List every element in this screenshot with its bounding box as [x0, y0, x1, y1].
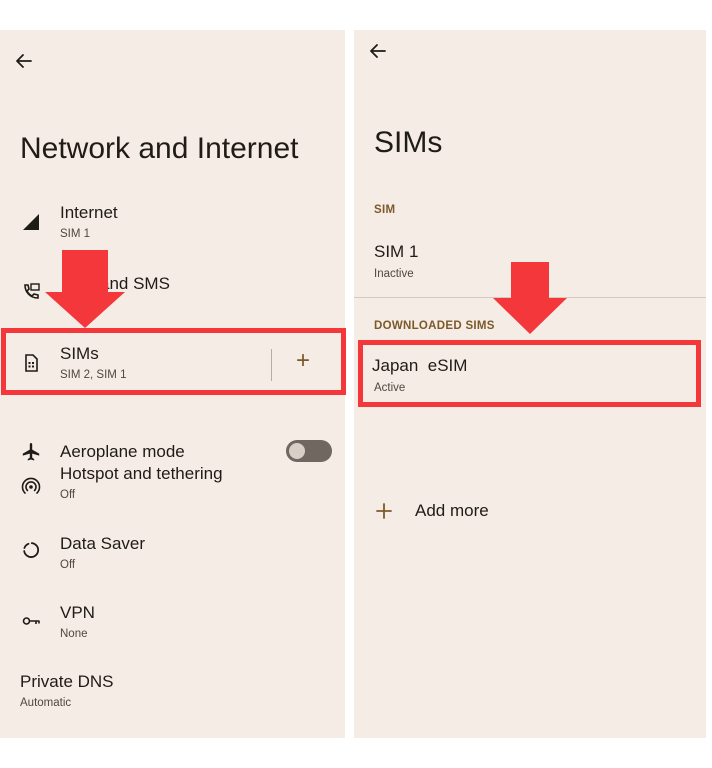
sim1-sub: Inactive: [374, 268, 414, 280]
internet-item[interactable]: Internet SIM 1: [0, 198, 345, 254]
hotspot-sub: Off: [60, 489, 76, 501]
down-arrow-annotation: [493, 262, 567, 334]
esim-highlight-box: [358, 340, 701, 407]
vpn-label: VPN: [60, 603, 95, 622]
private-dns-sub: Automatic: [20, 697, 72, 709]
page-title: SIMs: [374, 126, 443, 159]
signal-icon: [23, 214, 39, 230]
private-dns-label: Private DNS: [20, 672, 114, 691]
back-arrow-icon[interactable]: [12, 49, 36, 73]
add-more-label: Add more: [415, 501, 489, 520]
back-arrow-icon[interactable]: [366, 39, 390, 63]
data-saver-item[interactable]: Data Saver Off: [0, 530, 345, 586]
aeroplane-label: Aeroplane mode: [60, 442, 185, 461]
data-saver-label: Data Saver: [60, 534, 146, 553]
private-dns-item[interactable]: Private DNS Automatic: [0, 670, 345, 726]
hotspot-icon: [21, 477, 41, 494]
page-title: Network and Internet: [20, 132, 299, 165]
hotspot-label: Hotspot and tethering: [60, 464, 223, 483]
vpn-item[interactable]: VPN None: [0, 600, 345, 656]
sim-section-header: SIM: [374, 204, 396, 216]
downloaded-sims-header: DOWNLOADED SIMS: [374, 320, 495, 332]
toggle-knob: [289, 443, 305, 459]
airplane-icon: [22, 443, 40, 461]
plus-icon: [376, 503, 392, 519]
phone-icon: [24, 283, 40, 299]
vpn-key-icon: [22, 617, 40, 625]
hotspot-item[interactable]: Hotspot and tethering Off: [0, 460, 345, 516]
data-saver-sub: Off: [60, 559, 76, 571]
sims-highlight-box: [1, 328, 346, 395]
data-saver-icon: [23, 542, 40, 558]
internet-label: Internet: [60, 203, 118, 222]
vpn-sub: None: [60, 628, 88, 640]
aeroplane-toggle[interactable]: [286, 440, 332, 462]
internet-sub: SIM 1: [60, 228, 91, 240]
down-arrow-annotation: [45, 250, 125, 328]
add-more-button[interactable]: Add more: [354, 496, 706, 536]
sim1-label: SIM 1: [374, 242, 419, 261]
